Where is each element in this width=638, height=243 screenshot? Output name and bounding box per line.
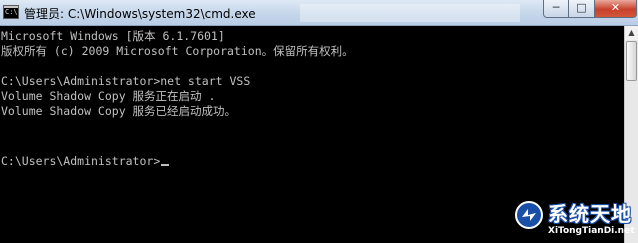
prompt-line[interactable]: C:\Users\Administrator> (1, 154, 170, 169)
text-cursor (161, 164, 170, 166)
site-watermark: 系统天地 XiTongTianDi.net (514, 198, 636, 242)
console-line: C:\Users\Administrator>net start VSS (1, 74, 251, 88)
title-bar[interactable]: C:\ 管理员: C:\Windows\system32\cmd.exe ─ □… (0, 0, 638, 26)
watermark-title: 系统天地 (548, 202, 632, 226)
console-line: Volume Shadow Copy 服务正在启动 . (1, 89, 216, 103)
minimize-button[interactable]: ─ (543, 0, 569, 18)
title-bar-blur (300, 4, 520, 22)
cmd-icon[interactable]: C:\ (3, 5, 19, 19)
console-line: Volume Shadow Copy 服务已经启动成功。 (1, 104, 237, 118)
scroll-thumb[interactable] (626, 41, 637, 81)
maximize-button[interactable]: □ (569, 0, 595, 18)
window-title: 管理员: C:\Windows\system32\cmd.exe (24, 7, 256, 21)
console-line: 版权所有 (c) 2009 Microsoft Corporation。保留所有… (1, 44, 354, 58)
scroll-up-arrow-icon[interactable]: ▲ (625, 26, 638, 40)
console-line: Microsoft Windows [版本 6.1.7601] (1, 29, 225, 43)
prompt-text: C:\Users\Administrator> (1, 154, 161, 168)
watermark-url: XiTongTianDi.net (548, 226, 635, 236)
close-button[interactable]: ✕ (595, 0, 637, 18)
watermark-logo-icon (515, 201, 543, 229)
